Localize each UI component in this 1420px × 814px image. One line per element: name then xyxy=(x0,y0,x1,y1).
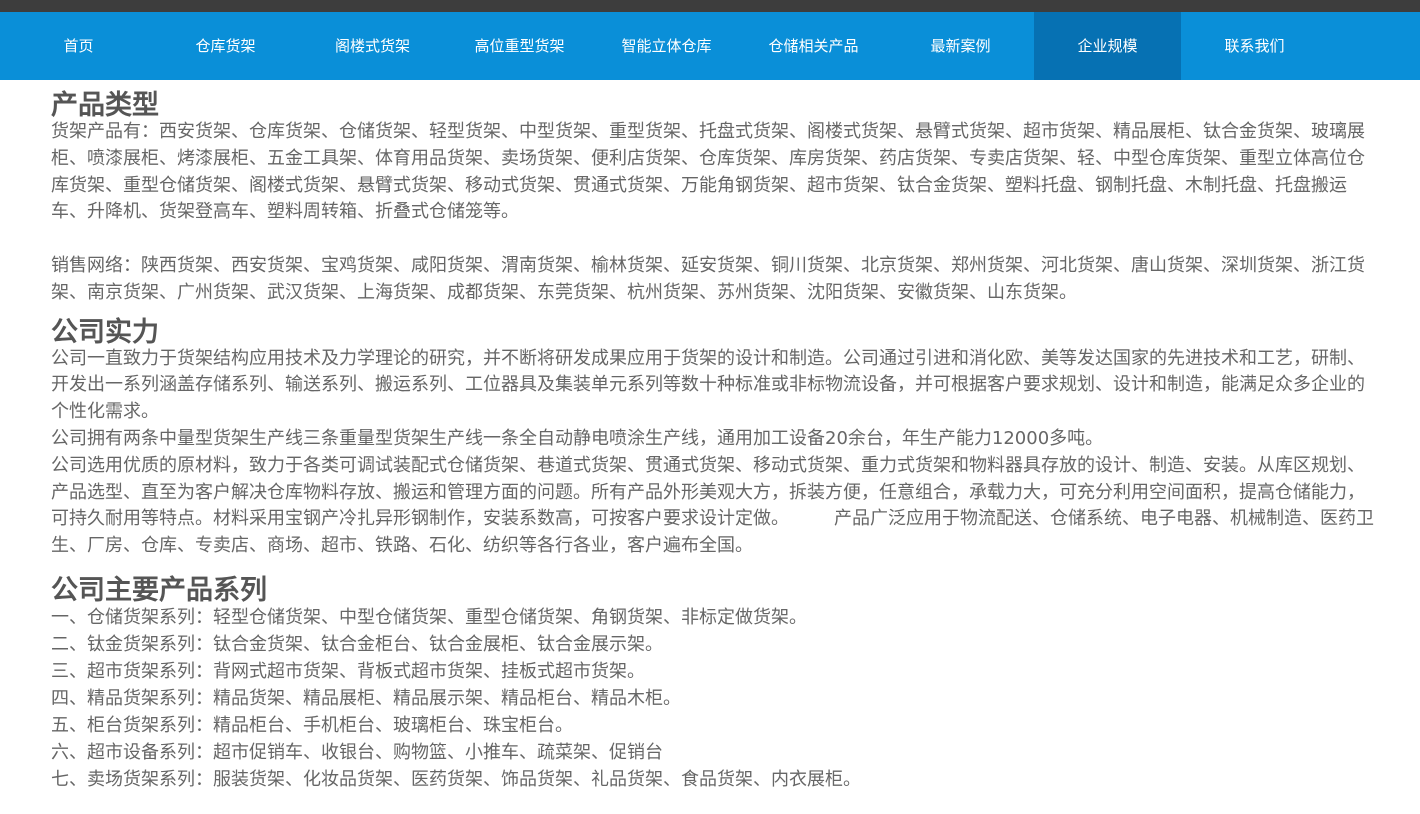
nav-item-warehouse-racks[interactable]: 仓库货架 xyxy=(152,12,299,80)
nav-item-storage-products[interactable]: 仓储相关产品 xyxy=(740,12,887,80)
strength-paragraph-1: 公司一直致力于货架结构应用技术及力学理论的研究，并不断将研发成果应用于货架的设计… xyxy=(51,347,1365,423)
strength-paragraph-3: 公司选用优质的原材料，致力于各类可调试装配式仓储货架、巷道式货架、贯通式货架、移… xyxy=(51,454,1374,557)
section-title-products: 产品类型 xyxy=(51,90,159,121)
nav-item-mezzanine-racks[interactable]: 阁楼式货架 xyxy=(299,12,446,80)
nav-item-smart-warehouse[interactable]: 智能立体仓库 xyxy=(593,12,740,80)
list-item: 二、钛金货架系列：钛合金货架、钛合金柜台、钛合金展柜、钛合金展示架。 xyxy=(51,633,663,655)
nav-item-latest-cases[interactable]: 最新案例 xyxy=(887,12,1034,80)
products-list-paragraph: 货架产品有：西安货架、仓库货架、仓储货架、轻型货架、中型货架、重型货架、托盘式货… xyxy=(51,121,1365,223)
main-nav: 首页 仓库货架 阁楼式货架 高位重型货架 智能立体仓库 仓储相关产品 最新案例 … xyxy=(0,12,1420,80)
section-title-series: 公司主要产品系列 xyxy=(51,574,267,606)
list-item: 四、精品货架系列：精品货架、精品展柜、精品展示架、精品柜台、精品木柜。 xyxy=(51,687,681,709)
list-item: 七、卖场货架系列：服装货架、化妆品货架、医药货架、饰品货架、礼品货架、食品货架、… xyxy=(51,768,861,790)
nav-item-contact-us[interactable]: 联系我们 xyxy=(1181,12,1328,80)
main-content: 产品类型 货架产品有：西安货架、仓库货架、仓储货架、轻型货架、中型货架、重型货架… xyxy=(0,80,1420,793)
list-item: 一、仓储货架系列：轻型仓储货架、中型仓储货架、重型仓储货架、角钢货架、非标定做货… xyxy=(51,606,807,628)
nav-item-high-bay-racks[interactable]: 高位重型货架 xyxy=(446,12,593,80)
nav-item-company-scale[interactable]: 企业规模 xyxy=(1034,12,1181,80)
list-item: 六、超市设备系列：超市促销车、收银台、购物篮、小推车、疏菜架、促销台 xyxy=(51,741,663,763)
section-title-strength: 公司实力 xyxy=(51,316,159,348)
list-item: 三、超市货架系列：背网式超市货架、背板式超市货架、挂板式超市货架。 xyxy=(51,660,645,682)
top-strip xyxy=(0,0,1420,12)
nav-item-home[interactable]: 首页 xyxy=(5,12,152,80)
strength-paragraph-2: 公司拥有两条中量型货架生产线三条重量型货架生产线一条全自动静电喷涂生产线，通用加… xyxy=(51,427,1104,449)
list-item: 五、柜台货架系列：精品柜台、手机柜台、玻璃柜台、珠宝柜台。 xyxy=(51,714,573,736)
sales-network-paragraph: 销售网络：陕西货架、西安货架、宝鸡货架、咸阳货架、渭南货架、榆林货架、延安货架、… xyxy=(51,254,1365,303)
